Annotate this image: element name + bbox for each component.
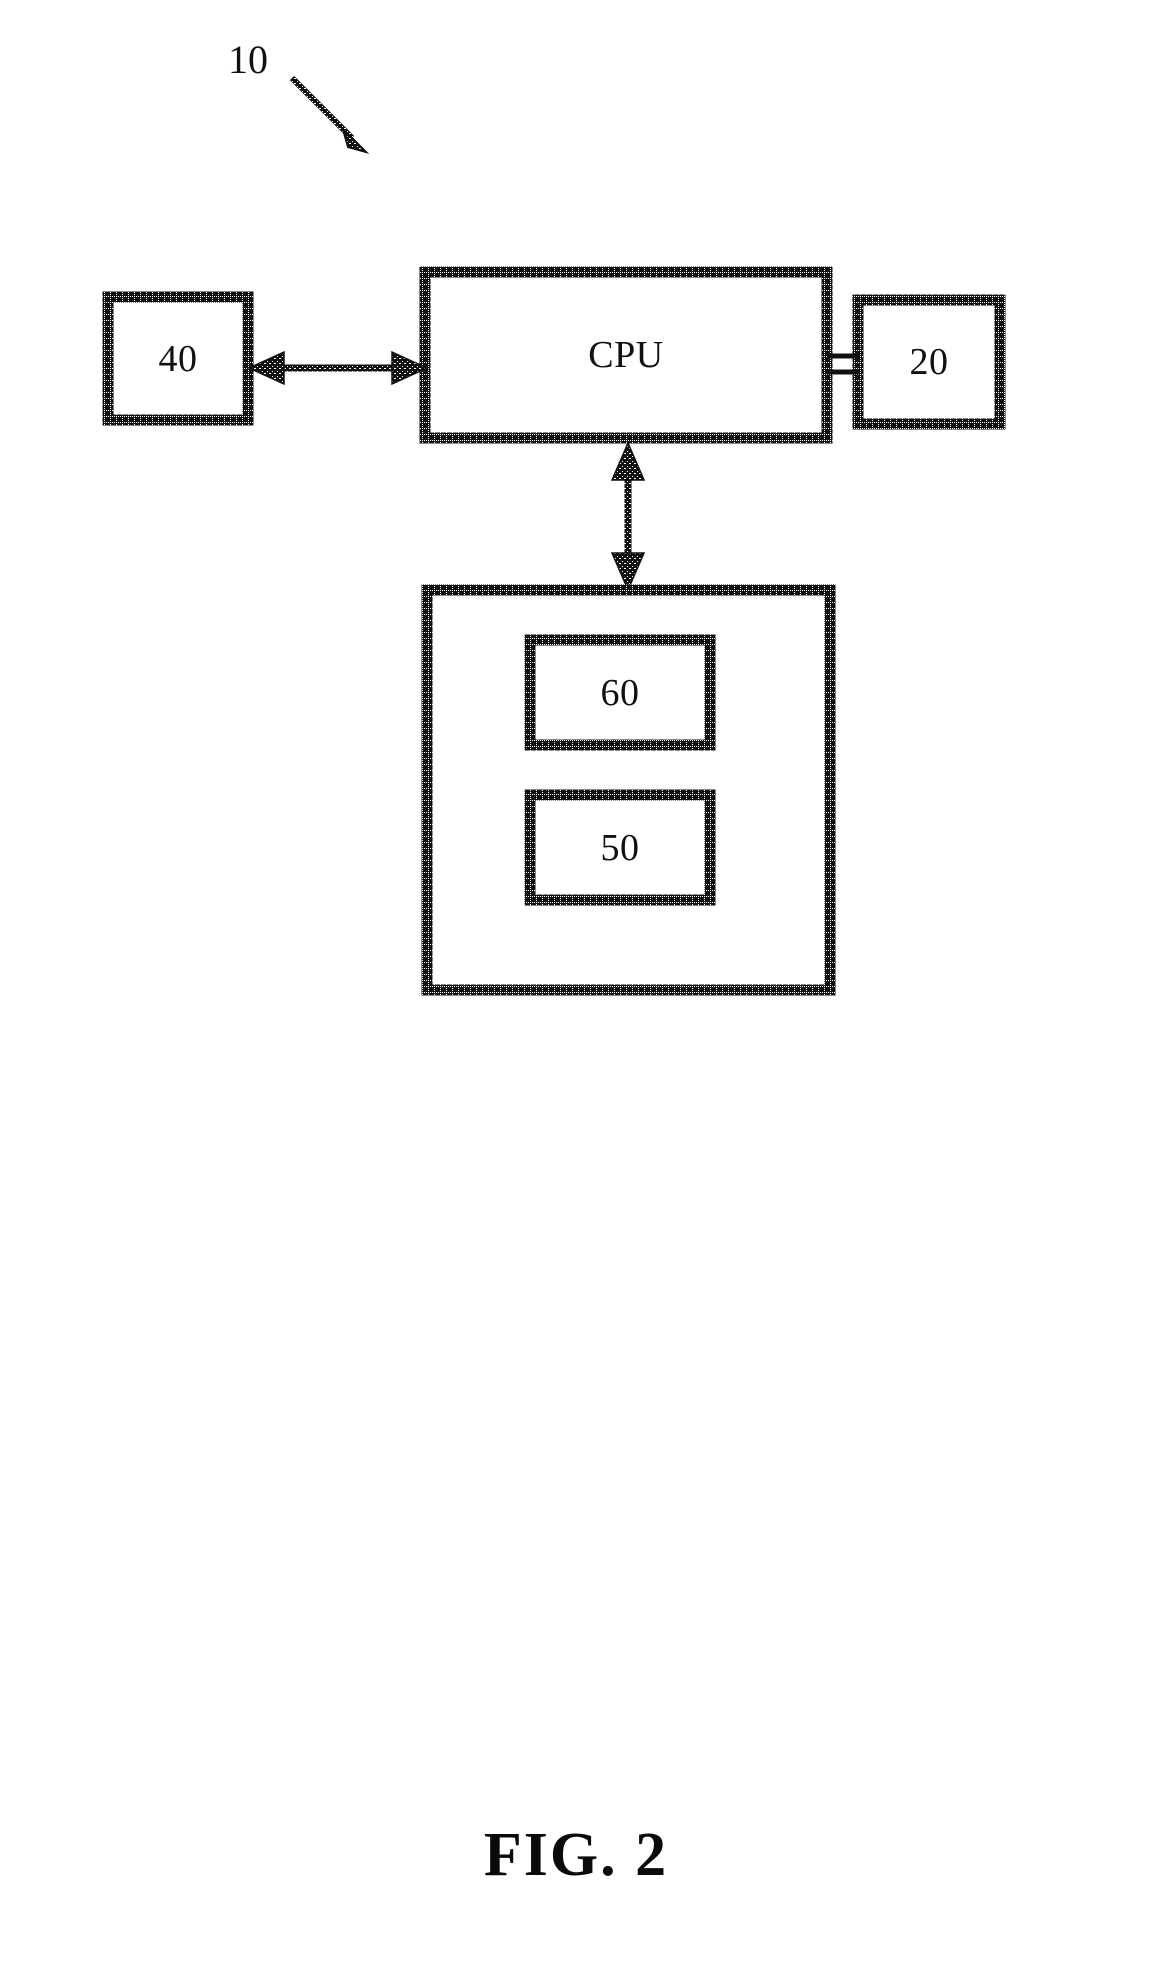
reference-numeral-10: 10: [228, 37, 268, 82]
connector-cpu-memory: [610, 441, 646, 592]
block-60-label: 60: [600, 671, 640, 714]
cpu-block-label: CPU: [588, 334, 664, 376]
block-50-label: 50: [600, 826, 640, 869]
patent-figure-canvas: 10 CPU 40 20 60 50 FIG. 2: [0, 0, 1152, 1975]
connector-cpu-20: [827, 353, 860, 375]
block-20-label: 20: [909, 341, 949, 383]
connector-40-cpu: [247, 350, 429, 386]
lead-arrow-10: [289, 75, 370, 154]
block-40-label: 40: [158, 337, 198, 380]
figure-caption: FIG. 2: [483, 1821, 669, 1889]
